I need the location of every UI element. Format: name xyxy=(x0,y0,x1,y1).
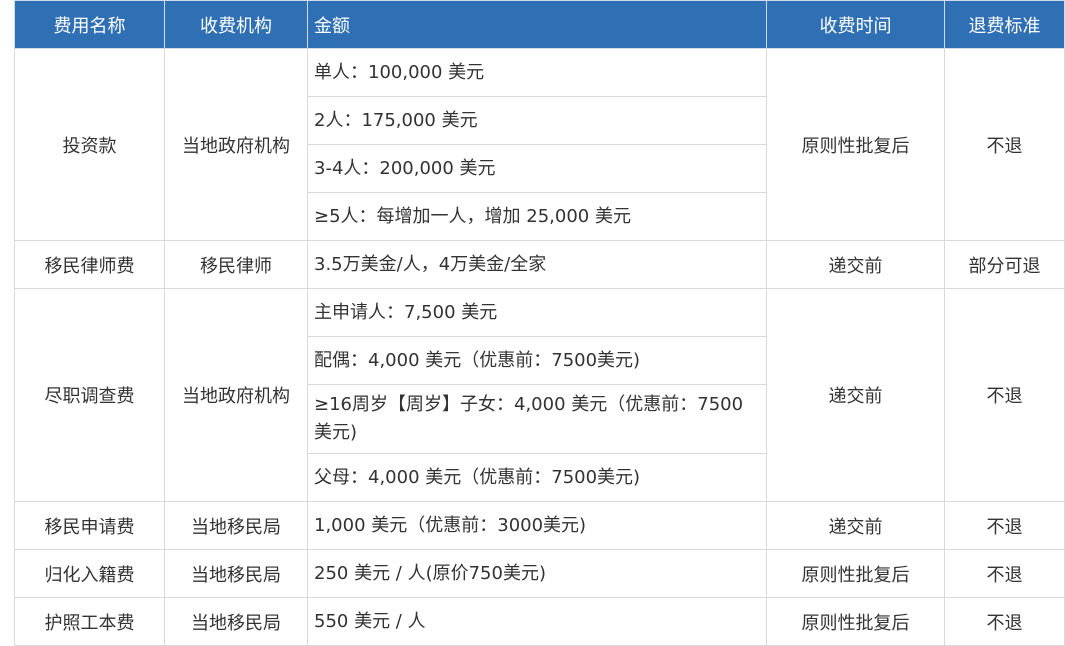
table-row-application-fee: 移民申请费 当地移民局 1,000 美元（优惠前：3000美元) 递交前 不退 xyxy=(14,501,1065,550)
table-row-passport-fee: 护照工本费 当地移民局 550 美元 / 人 原则性批复后 不退 xyxy=(14,597,1065,646)
amount-cell: 配偶：4,000 美元（优惠前：7500美元) xyxy=(307,336,767,385)
time-cell: 递交前 xyxy=(766,240,945,289)
amount-cell: 3-4人：200,000 美元 xyxy=(307,144,767,193)
refund-cell: 部分可退 xyxy=(944,240,1065,289)
refund-cell: 不退 xyxy=(944,48,1065,241)
table-row-investment: 投资款 当地政府机构 单人：100,000 美元 原则性批复后 不退 xyxy=(14,48,1065,241)
table-row-naturalization-fee: 归化入籍费 当地移民局 250 美元 / 人(原价750美元) 原则性批复后 不… xyxy=(14,549,1065,598)
amount-cell: 2人：175,000 美元 xyxy=(307,96,767,145)
agency-cell: 当地移民局 xyxy=(164,501,308,550)
header-refund: 退费标准 xyxy=(944,0,1065,49)
agency-cell: 移民律师 xyxy=(164,240,308,289)
time-cell: 原则性批复后 xyxy=(766,549,945,598)
time-cell: 递交前 xyxy=(766,501,945,550)
amount-cell: ≥16周岁【周岁】子女：4,000 美元（优惠前：7500美元) xyxy=(307,384,767,454)
amount-cell: 父母：4,000 美元（优惠前：7500美元) xyxy=(307,453,767,502)
table-row-due-diligence: 尽职调查费 当地政府机构 主申请人：7,500 美元 递交前 不退 xyxy=(14,288,1065,502)
refund-cell: 不退 xyxy=(944,597,1065,646)
agency-cell: 当地政府机构 xyxy=(164,48,308,241)
amount-cell: 3.5万美金/人，4万美金/全家 xyxy=(307,240,767,289)
header-row: 费用名称 收费机构 金额 收费时间 退费标准 xyxy=(14,0,1065,49)
fee-name-cell: 护照工本费 xyxy=(14,597,165,646)
header-agency: 收费机构 xyxy=(164,0,308,49)
amount-cell: 250 美元 / 人(原价750美元) xyxy=(307,549,767,598)
table-row-lawyer-fee: 移民律师费 移民律师 3.5万美金/人，4万美金/全家 递交前 部分可退 xyxy=(14,240,1065,289)
agency-cell: 当地政府机构 xyxy=(164,288,308,502)
refund-cell: 不退 xyxy=(944,288,1065,502)
refund-cell: 不退 xyxy=(944,501,1065,550)
time-cell: 原则性批复后 xyxy=(766,48,945,241)
agency-cell: 当地移民局 xyxy=(164,549,308,598)
amount-cell: 550 美元 / 人 xyxy=(307,597,767,646)
amount-cell: ≥5人：每增加一人，增加 25,000 美元 xyxy=(307,192,767,241)
header-amount: 金额 xyxy=(307,0,767,49)
header-time: 收费时间 xyxy=(766,0,945,49)
fee-name-cell: 归化入籍费 xyxy=(14,549,165,598)
amount-cell: 单人：100,000 美元 xyxy=(307,48,767,97)
fee-name-cell: 移民律师费 xyxy=(14,240,165,289)
fee-name-cell: 尽职调查费 xyxy=(14,288,165,502)
header-fee-name: 费用名称 xyxy=(14,0,165,49)
amount-cell: 1,000 美元（优惠前：3000美元) xyxy=(307,501,767,550)
refund-cell: 不退 xyxy=(944,549,1065,598)
time-cell: 递交前 xyxy=(766,288,945,502)
fee-name-cell: 移民申请费 xyxy=(14,501,165,550)
agency-cell: 当地移民局 xyxy=(164,597,308,646)
fee-name-cell: 投资款 xyxy=(14,48,165,241)
fee-table: 费用名称 收费机构 金额 收费时间 退费标准 投资款 当地政府机构 单人：100… xyxy=(14,0,1065,646)
time-cell: 原则性批复后 xyxy=(766,597,945,646)
amount-cell: 主申请人：7,500 美元 xyxy=(307,288,767,337)
